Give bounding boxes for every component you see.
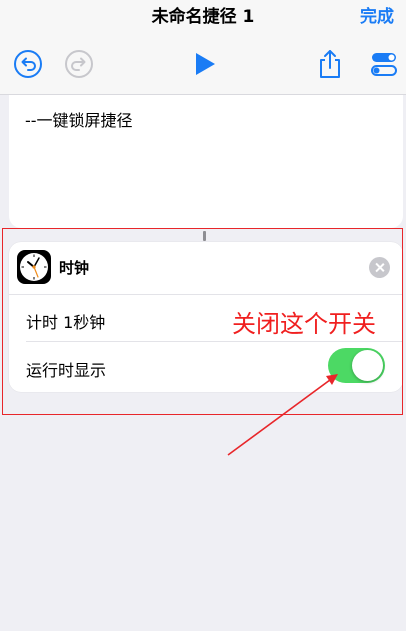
- done-button[interactable]: 完成: [360, 2, 394, 27]
- play-icon: [196, 53, 215, 75]
- comment-card[interactable]: --一键锁屏捷径: [9, 95, 403, 228]
- run-button[interactable]: [189, 48, 221, 80]
- remove-action-button[interactable]: [369, 257, 390, 278]
- share-icon: [320, 50, 340, 78]
- share-button[interactable]: [314, 48, 346, 80]
- annotation-label: 关闭这个开关: [232, 310, 376, 338]
- undo-icon: [14, 50, 42, 78]
- shortcut-title[interactable]: 未命名捷径 1: [0, 2, 406, 27]
- drag-handle[interactable]: [203, 231, 206, 241]
- duration-param-label[interactable]: 计时 1秒钟: [26, 309, 105, 333]
- action-title: 时钟: [59, 259, 90, 277]
- show-when-run-label: 运行时显示: [26, 361, 107, 380]
- toolbar: [0, 28, 406, 95]
- comment-text[interactable]: --一键锁屏捷径: [25, 107, 133, 131]
- show-when-run-toggle[interactable]: [328, 348, 385, 383]
- clock-app-icon: [17, 250, 51, 284]
- action-header: 时钟: [9, 242, 403, 294]
- redo-button[interactable]: [63, 48, 95, 80]
- toggle-knob[interactable]: [352, 350, 383, 381]
- toggle-settings-icon: [371, 53, 397, 76]
- undo-button[interactable]: [12, 48, 44, 80]
- redo-icon: [65, 50, 93, 78]
- navigation-bar: 未命名捷径 1 完成: [0, 0, 406, 28]
- settings-button[interactable]: [368, 48, 400, 80]
